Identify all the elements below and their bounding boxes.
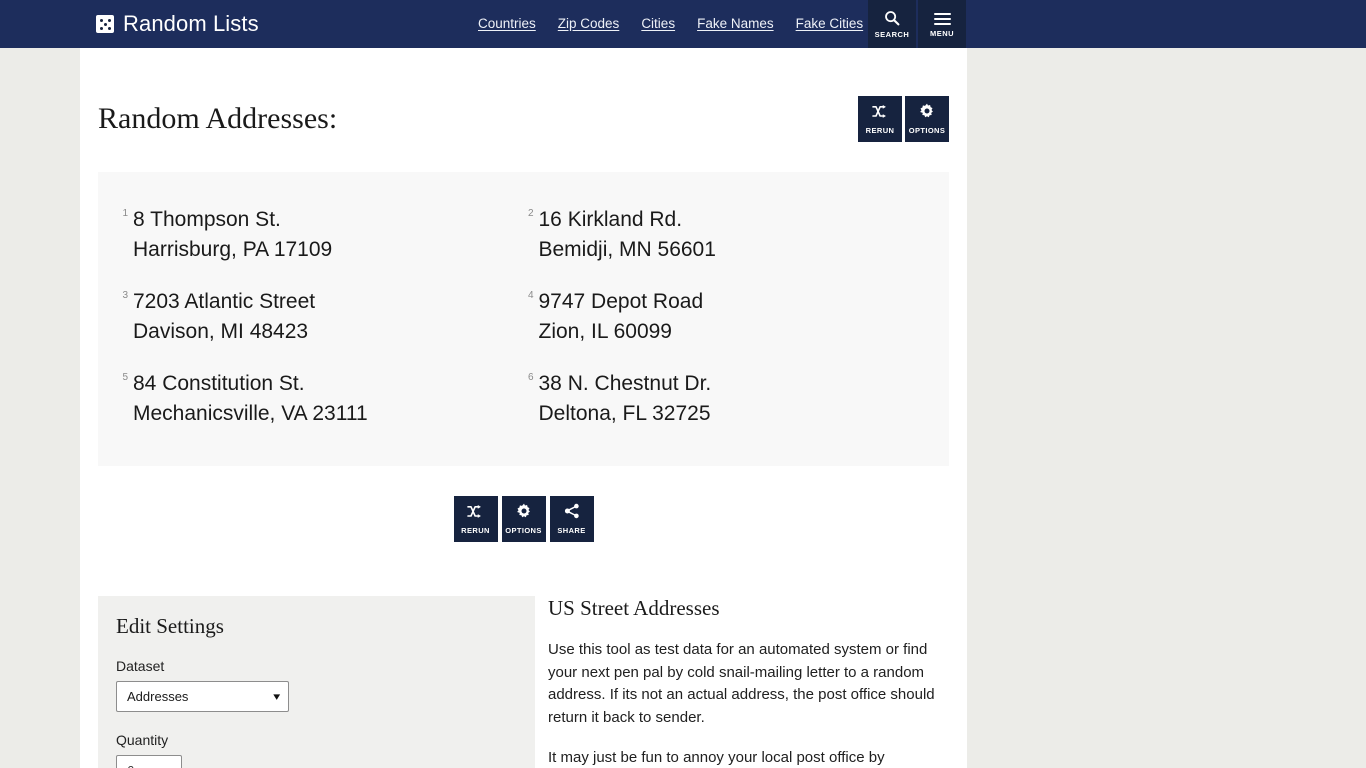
- site-header: Random Lists Countries Zip Codes Cities …: [0, 0, 1366, 48]
- share-icon: [564, 503, 580, 523]
- address-text: 16 Kirkland Rd. Bemidji, MN 56601: [539, 205, 716, 265]
- search-button-label: SEARCH: [874, 29, 910, 39]
- share-button[interactable]: SHARE: [549, 496, 594, 542]
- address-citystate: Zion, IL 60099: [538, 320, 673, 343]
- dataset-select[interactable]: Addresses ▾: [116, 681, 289, 712]
- brand-logo-link[interactable]: Random Lists: [96, 0, 259, 48]
- nav-item-cities[interactable]: Cities: [641, 16, 675, 31]
- address-text: 9747 Depot Road Zion, IL 60099: [539, 287, 704, 347]
- article-paragraph-2: It may just be fun to annoy your local p…: [548, 749, 885, 766]
- address-citystate: Deltona, FL 32725: [538, 402, 711, 425]
- search-button[interactable]: SEARCH: [868, 0, 916, 48]
- list-item-number: 5: [122, 372, 128, 383]
- options-button-top-label: OPTIONS: [908, 126, 946, 135]
- shuffle-icon: [467, 504, 484, 523]
- nav-item-fake-names[interactable]: Fake Names: [697, 16, 774, 31]
- lower-columns: Edit Settings Dataset Addresses ▾ Quanti…: [98, 596, 949, 768]
- list-item-number: 4: [527, 290, 534, 301]
- options-button-bottom-label: OPTIONS: [505, 526, 542, 535]
- list-item-number: 6: [527, 372, 534, 383]
- list-item: 6 38 N. Chestnut Dr. Deltona, FL 32725: [526, 358, 928, 440]
- rerun-button-bottom-label: RERUN: [461, 525, 490, 535]
- quantity-label: Quantity: [116, 732, 169, 748]
- title-row: Random Addresses: RERUN OPTIONS: [98, 48, 949, 142]
- content-area: Random Addresses: RERUN OPTIONS 1 8 Thom…: [80, 48, 967, 768]
- address-street: 9747 Depot Road: [538, 290, 704, 313]
- list-item: 5 84 Constitution St. Mechanicsville, VA…: [120, 358, 522, 440]
- list-item: 3 7203 Atlantic Street Davison, MI 48423: [120, 276, 522, 358]
- address-citystate: Bemidji, MN 56601: [538, 238, 716, 261]
- list-item: 2 16 Kirkland Rd. Bemidji, MN 56601: [526, 194, 928, 276]
- dice-five-icon: [96, 15, 114, 33]
- page-title: Random Addresses:: [98, 102, 338, 135]
- list-item: 1 8 Thompson St. Harrisburg, PA 17109: [120, 194, 522, 276]
- list-item-number: 3: [122, 290, 128, 301]
- article-column: US Street Addresses Use this tool as tes…: [548, 596, 949, 768]
- menu-button-label: MENU: [929, 29, 955, 38]
- article-heading: US Street Addresses: [548, 596, 720, 620]
- quantity-input[interactable]: 6: [116, 755, 182, 768]
- address-results-list: 1 8 Thompson St. Harrisburg, PA 17109 2 …: [98, 172, 949, 466]
- top-button-group: RERUN OPTIONS: [858, 96, 949, 142]
- quantity-input-value: 6: [127, 763, 134, 768]
- address-text: 7203 Atlantic Street Davison, MI 48423: [133, 287, 315, 347]
- gear-icon: [516, 503, 532, 523]
- edit-settings-panel: Edit Settings Dataset Addresses ▾ Quanti…: [98, 596, 535, 768]
- page-body: Random Addresses: RERUN OPTIONS 1 8 Thom…: [0, 48, 1366, 768]
- rerun-button-top-label: RERUN: [865, 125, 895, 135]
- menu-button[interactable]: MENU: [918, 0, 966, 48]
- nav-item-zip-codes[interactable]: Zip Codes: [558, 16, 620, 31]
- chevron-down-icon: ▾: [273, 691, 281, 703]
- dataset-select-value: Addresses: [127, 689, 189, 704]
- dataset-label: Dataset: [116, 658, 165, 674]
- article-paragraph-1: Use this tool as test data for an automa…: [548, 641, 935, 726]
- brand-name: Random Lists: [123, 11, 259, 36]
- gear-icon: [919, 103, 935, 123]
- shuffle-icon: [871, 104, 889, 123]
- options-button-bottom[interactable]: OPTIONS: [501, 496, 546, 542]
- hamburger-icon: [933, 10, 951, 28]
- list-item: 4 9747 Depot Road Zion, IL 60099: [526, 276, 928, 358]
- list-item-number: 1: [122, 208, 128, 219]
- address-street: 38 N. Chestnut Dr.: [538, 372, 712, 395]
- share-button-label: SHARE: [557, 526, 586, 535]
- nav-item-fake-cities[interactable]: Fake Cities: [796, 16, 864, 31]
- address-citystate: Mechanicsville, VA 23111: [133, 402, 368, 425]
- address-text: 84 Constitution St. Mechanicsville, VA 2…: [133, 369, 368, 429]
- address-street: 7203 Atlantic Street: [133, 290, 316, 313]
- list-item-number: 2: [527, 208, 534, 219]
- header-actions: SEARCH MENU: [868, 0, 966, 48]
- address-street: 8 Thompson St.: [133, 208, 281, 231]
- address-street: 16 Kirkland Rd.: [538, 208, 683, 231]
- address-street: 84 Constitution St.: [133, 372, 305, 395]
- bottom-button-group: RERUN OPTIONS SHARE: [98, 496, 949, 542]
- address-text: 8 Thompson St. Harrisburg, PA 17109: [133, 205, 332, 265]
- address-citystate: Davison, MI 48423: [133, 320, 309, 343]
- rerun-button-top[interactable]: RERUN: [858, 96, 902, 142]
- rerun-button-bottom[interactable]: RERUN: [453, 496, 498, 542]
- address-text: 38 N. Chestnut Dr. Deltona, FL 32725: [539, 369, 712, 429]
- main-nav: Countries Zip Codes Cities Fake Names Fa…: [478, 16, 863, 31]
- nav-item-countries[interactable]: Countries: [478, 16, 536, 31]
- address-citystate: Harrisburg, PA 17109: [133, 238, 333, 261]
- search-icon: [884, 10, 900, 29]
- options-button-top[interactable]: OPTIONS: [905, 96, 949, 142]
- settings-heading: Edit Settings: [116, 614, 224, 638]
